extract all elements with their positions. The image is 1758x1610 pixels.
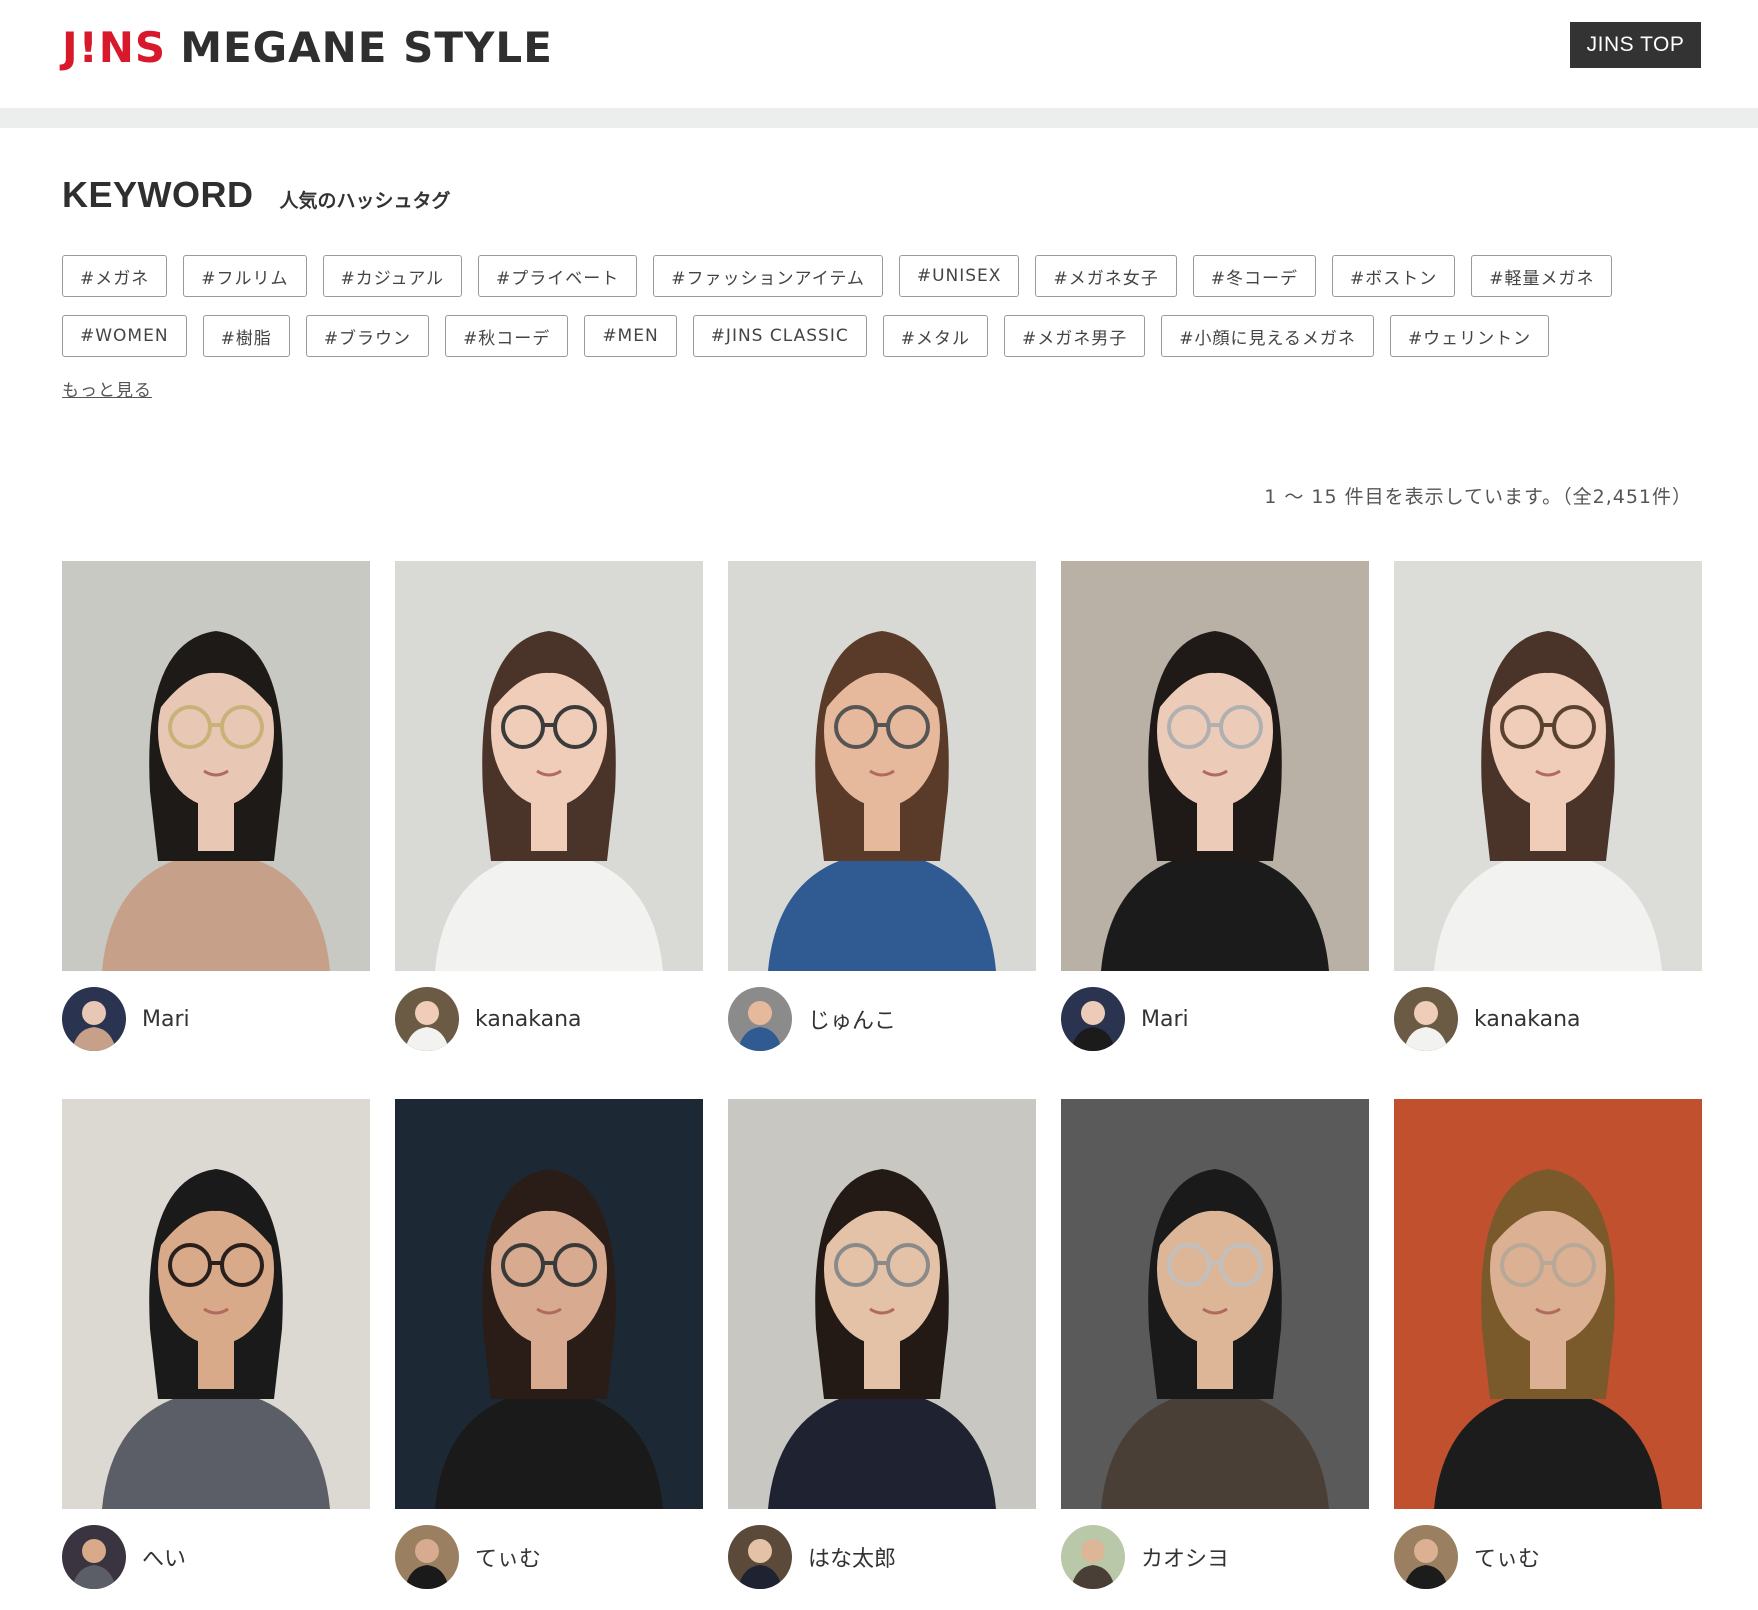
hashtag-chip[interactable]: #ボストン xyxy=(1331,255,1456,297)
post-photo[interactable] xyxy=(62,1099,370,1509)
hashtag-row-2: #WOMEN #樹脂 #ブラウン #秋コーデ #MEN #JINS CLASSIC #メタル… xyxy=(62,315,1662,359)
post-photo[interactable] xyxy=(395,1099,703,1509)
post-photo[interactable] xyxy=(1394,1099,1702,1509)
hashtag-chip[interactable]: #メガネ xyxy=(62,255,168,297)
hashtag-chip[interactable]: #メガネ女子 xyxy=(1035,255,1177,297)
post-card[interactable]: へい xyxy=(62,1099,370,1589)
keyword-heading: KEYWORD 人気のハッシュタグ xyxy=(62,174,451,216)
hashtag-chip[interactable]: #プライベート xyxy=(478,255,638,297)
post-user[interactable]: kanakana xyxy=(395,987,582,1051)
hashtag-chip[interactable]: #MEN xyxy=(584,315,677,357)
user-avatar[interactable] xyxy=(62,1525,126,1589)
user-avatar[interactable] xyxy=(1061,1525,1125,1589)
post-card[interactable]: Mari xyxy=(62,561,370,1051)
user-avatar[interactable] xyxy=(395,987,459,1051)
user-avatar[interactable] xyxy=(62,987,126,1051)
user-name[interactable]: Mari xyxy=(142,1007,190,1032)
post-card[interactable]: じゅんこ xyxy=(728,561,1036,1051)
logo-subtitle: MEGANE STYLE xyxy=(180,22,553,72)
header-divider-band xyxy=(0,108,1758,128)
hashtag-list: #メガネ #フルリム #カジュアル #プライベート #ファッションアイテム #UNISEX… xyxy=(62,255,1662,375)
hashtag-chip[interactable]: #小顔に見えるメガネ xyxy=(1161,315,1374,357)
post-card[interactable]: kanakana xyxy=(1394,561,1702,1051)
hashtag-chip[interactable]: #メガネ男子 xyxy=(1003,315,1146,357)
post-user[interactable]: じゅんこ xyxy=(728,987,896,1051)
keyword-title: KEYWORD xyxy=(62,174,254,215)
user-name[interactable]: kanakana xyxy=(1474,1007,1581,1032)
user-name[interactable]: へい xyxy=(142,1541,186,1573)
hashtag-row-1: #メガネ #フルリム #カジュアル #プライベート #ファッションアイテム #UNISEX… xyxy=(62,255,1662,299)
user-name[interactable]: はな太郎 xyxy=(808,1541,896,1573)
user-avatar[interactable] xyxy=(1394,1525,1458,1589)
hashtag-chip[interactable]: #ファッションアイテム xyxy=(653,255,883,297)
hashtag-chip[interactable]: #WOMEN xyxy=(62,315,187,357)
user-avatar[interactable] xyxy=(1061,987,1125,1051)
post-user[interactable]: kanakana xyxy=(1394,987,1581,1051)
user-name[interactable]: Mari xyxy=(1141,1007,1189,1032)
post-user[interactable]: へい xyxy=(62,1525,186,1589)
post-user[interactable]: はな太郎 xyxy=(728,1525,896,1589)
user-avatar[interactable] xyxy=(1394,987,1458,1051)
site-logo[interactable]: J!NS MEGANE STYLE xyxy=(62,22,553,72)
user-name[interactable]: てぃむ xyxy=(475,1541,541,1573)
hashtag-chip[interactable]: #カジュアル xyxy=(322,255,463,297)
hashtag-chip[interactable]: #冬コーデ xyxy=(1192,255,1316,297)
post-user[interactable]: てぃむ xyxy=(395,1525,541,1589)
hashtag-chip[interactable]: #メタル xyxy=(882,315,988,357)
post-card[interactable]: てぃむ xyxy=(395,1099,703,1589)
post-photo[interactable] xyxy=(728,561,1036,971)
keyword-subtitle: 人気のハッシュタグ xyxy=(279,190,451,212)
post-card[interactable]: カオシヨ xyxy=(1061,1099,1369,1589)
post-user[interactable]: Mari xyxy=(1061,987,1189,1051)
post-photo[interactable] xyxy=(1061,1099,1369,1509)
post-card[interactable]: はな太郎 xyxy=(728,1099,1036,1589)
post-card[interactable]: てぃむ xyxy=(1394,1099,1702,1589)
post-photo[interactable] xyxy=(395,561,703,971)
hashtag-chip[interactable]: #フルリム xyxy=(183,255,307,297)
hashtag-chip[interactable]: #樹脂 xyxy=(202,315,290,357)
user-name[interactable]: てぃむ xyxy=(1474,1541,1540,1573)
user-avatar[interactable] xyxy=(395,1525,459,1589)
post-photo[interactable] xyxy=(1061,561,1369,971)
jins-top-button[interactable]: JINS TOP xyxy=(1570,22,1701,68)
hashtag-chip[interactable]: #ウェリントン xyxy=(1389,315,1550,357)
user-name[interactable]: カオシヨ xyxy=(1141,1541,1229,1573)
hashtag-chip[interactable]: #JINS CLASSIC xyxy=(692,315,867,357)
post-user[interactable]: カオシヨ xyxy=(1061,1525,1229,1589)
results-count: 1 〜 15 件目を表示しています。（全2,451件） xyxy=(1264,486,1692,508)
hashtag-chip[interactable]: #軽量メガネ xyxy=(1471,255,1613,297)
post-user[interactable]: てぃむ xyxy=(1394,1525,1540,1589)
more-hashtags-link[interactable]: もっと見る xyxy=(62,376,152,401)
hashtag-chip[interactable]: #秋コーデ xyxy=(445,315,569,357)
post-card[interactable]: Mari xyxy=(1061,561,1369,1051)
post-photo[interactable] xyxy=(1394,561,1702,971)
user-name[interactable]: じゅんこ xyxy=(808,1003,896,1035)
hashtag-chip[interactable]: #UNISEX xyxy=(898,255,1020,297)
site-header: J!NS MEGANE STYLE JINS TOP xyxy=(0,0,1758,108)
hashtag-chip[interactable]: #ブラウン xyxy=(305,315,430,357)
post-card[interactable]: kanakana xyxy=(395,561,703,1051)
post-user[interactable]: Mari xyxy=(62,987,190,1051)
post-photo[interactable] xyxy=(728,1099,1036,1509)
user-avatar[interactable] xyxy=(728,987,792,1051)
user-name[interactable]: kanakana xyxy=(475,1007,582,1032)
post-photo[interactable] xyxy=(62,561,370,971)
logo-brand: J!NS xyxy=(62,22,167,72)
user-avatar[interactable] xyxy=(728,1525,792,1589)
